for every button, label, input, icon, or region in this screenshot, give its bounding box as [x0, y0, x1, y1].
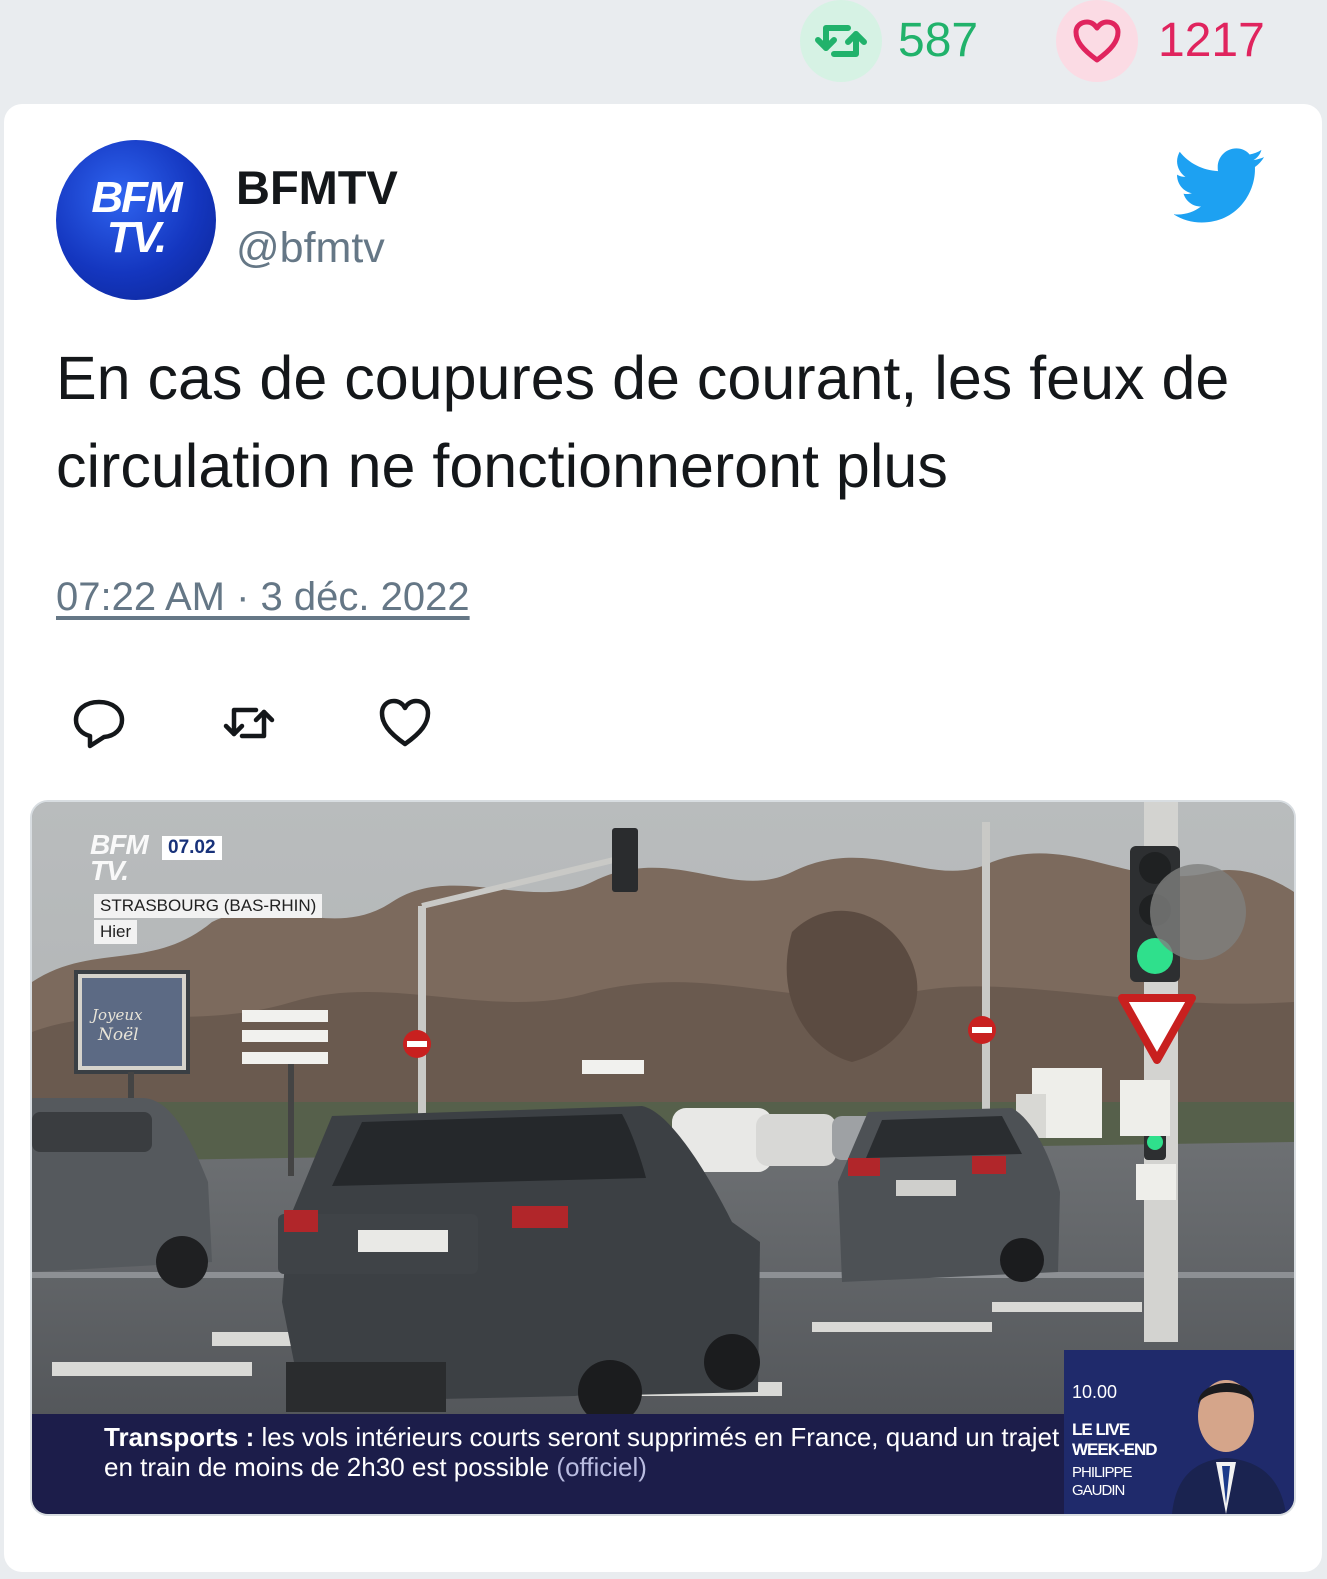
tweet-media-image[interactable]: Joyeux Noël BFM TV. 07.02 STRASBOURG (BA…	[30, 800, 1296, 1516]
date-caption: Hier	[94, 920, 138, 944]
svg-text:Noël: Noël	[97, 1025, 139, 1045]
like-count: 1217	[1158, 14, 1265, 67]
broadcast-clock: 07.02	[162, 836, 222, 860]
tweet-text: En cas de coupures de courant, les feux …	[56, 344, 1230, 500]
tweet-timestamp[interactable]: 07:22 AM · 3 déc. 2022	[56, 572, 470, 622]
tweet-card: BFM TV. BFMTV @bfmtv En cas de coupures …	[4, 104, 1322, 1572]
program-title: LE LIVE WEEK-END	[1072, 1420, 1158, 1459]
avatar[interactable]: BFM TV.	[56, 140, 216, 300]
svg-text:Joyeux: Joyeux	[89, 1006, 143, 1024]
location-caption: STRASBOURG (BAS-RHIN)	[94, 894, 323, 918]
avatar-logo: BFM TV.	[91, 173, 182, 262]
ticker-label: Transports :	[104, 1422, 255, 1452]
program-host: PHILIPPE GAUDIN	[1072, 1464, 1133, 1499]
user-handle[interactable]: @bfmtv	[236, 222, 385, 274]
retweet-action-icon[interactable]	[220, 694, 278, 752]
ticker-source: (officiel)	[556, 1452, 647, 1482]
twitter-bird-icon	[1174, 148, 1265, 223]
presenter-portrait	[1172, 1380, 1286, 1514]
retweet-count: 587	[898, 14, 979, 67]
program-time: 10.00	[1072, 1382, 1118, 1402]
heart-icon	[1073, 19, 1121, 63]
news-ticker-text: Transports : les vols intérieurs courts …	[104, 1422, 1064, 1482]
display-name[interactable]: BFMTV	[236, 160, 398, 216]
retweet-icon	[815, 25, 867, 57]
reply-icon[interactable]	[70, 694, 128, 752]
channel-logo-overlay: BFM TV.	[90, 829, 149, 886]
like-action-icon[interactable]	[376, 694, 434, 752]
engagement-stats: 587 1217	[0, 0, 1327, 100]
retweet-stat-button[interactable]	[800, 0, 882, 82]
like-stat-button[interactable]	[1056, 0, 1138, 82]
